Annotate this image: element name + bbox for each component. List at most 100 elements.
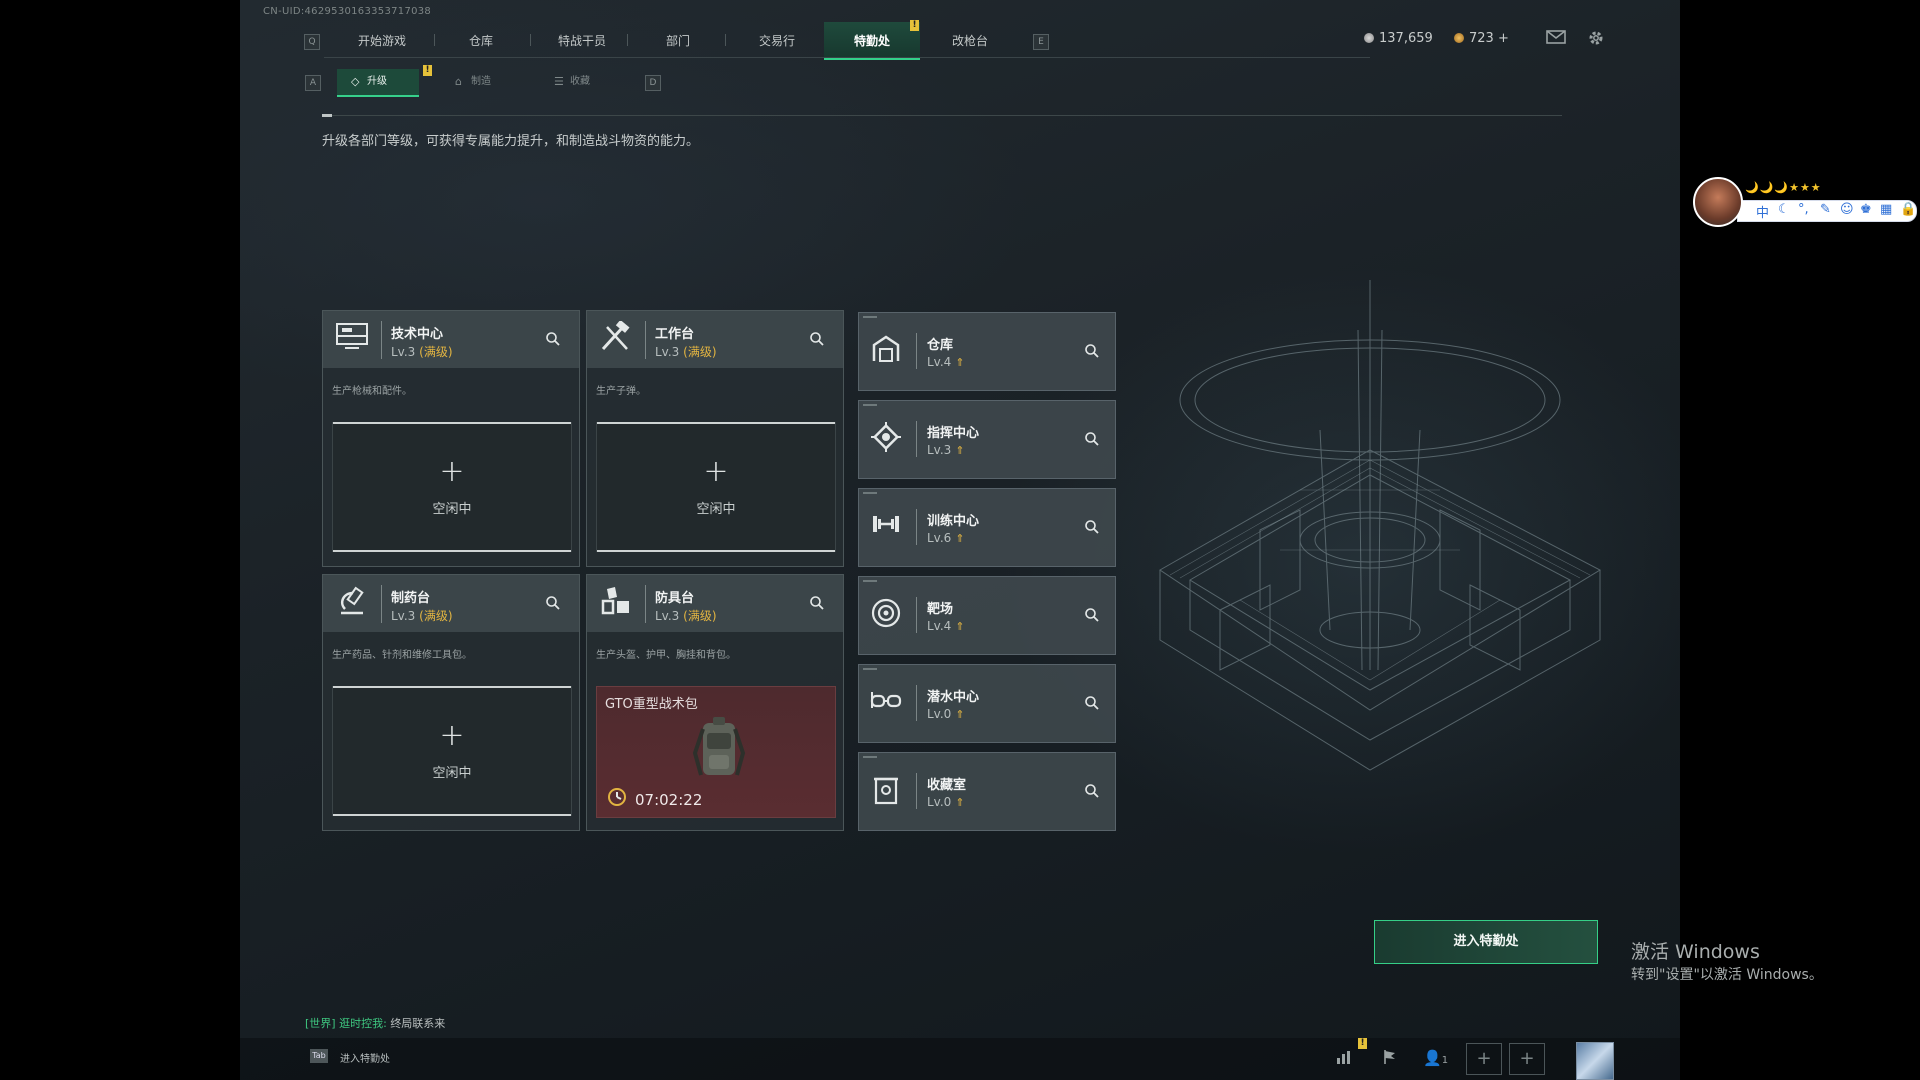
tab-warehouse[interactable]: 仓库 (438, 22, 524, 58)
upgrade-icon: ◇ (351, 75, 360, 88)
world-chat-line[interactable]: [世界] 逛时控我: 终局联系来 (305, 1015, 445, 1031)
currency-secondary-value: 723 + (1469, 31, 1509, 46)
wrench-icon[interactable]: ✎ (1820, 202, 1831, 217)
workbench-card-workbench[interactable]: 工作台 Lv.3 (满级) 生产子弹。 + 空闲中 (586, 310, 844, 567)
ime-toolbar[interactable]: 中 ☾ °, ✎ ☺ ♚ ▦ 🔒 🌙🌙🌙★★★ (1693, 177, 1917, 227)
add-slot-button[interactable]: + (1466, 1043, 1502, 1075)
chat-message: 终局联系来 (390, 1017, 446, 1030)
search-icon[interactable] (545, 331, 561, 347)
tab-trading[interactable]: 交易行 (730, 22, 824, 58)
command-center-icon (867, 421, 905, 459)
facility-tick (863, 756, 877, 758)
max-level-label: (满级) (419, 609, 453, 623)
section-rule-mark (322, 114, 332, 117)
upgrade-arrow-icon: ⇑ (955, 356, 965, 369)
ime-level-stars: 🌙🌙🌙★★★ (1745, 181, 1822, 194)
currency-secondary[interactable]: 723 + (1454, 31, 1509, 46)
enter-special-ops-button[interactable]: 进入特勤处 (1374, 920, 1598, 964)
facility-level: Lv.0 ⇑ (927, 707, 965, 721)
max-level-label: (满级) (419, 345, 453, 359)
armor-bench-icon (597, 585, 635, 623)
ime-bar: 中 ☾ °, ✎ ☺ ♚ ▦ 🔒 (1737, 200, 1917, 222)
card-divider (381, 585, 382, 623)
facility-tick (863, 668, 877, 670)
grid-icon[interactable]: ▦ (1880, 202, 1892, 217)
flag-icon[interactable] (1380, 1049, 1400, 1067)
premium-coin-icon (1454, 33, 1464, 43)
player-uid: CN-UID:4629530163353717038 (263, 6, 432, 17)
tab-operators[interactable]: 特战干员 (534, 22, 630, 58)
tab-alert-badge: ! (910, 20, 919, 31)
facility-divider (916, 333, 917, 369)
tab-gunsmith[interactable]: 改枪台 (922, 22, 1018, 58)
card-level: Lv.3 (满级) (655, 343, 717, 360)
facility-divider (916, 509, 917, 545)
search-icon[interactable] (545, 595, 561, 611)
pharmacy-icon (333, 585, 371, 623)
facility-divider (916, 685, 917, 721)
plus-icon: + (703, 454, 729, 489)
emoji-icon[interactable]: ☺ (1840, 202, 1854, 217)
tab-separator (725, 34, 726, 46)
mail-icon[interactable] (1546, 29, 1566, 47)
subtab-upgrade[interactable]: ◇ 升级 (337, 69, 419, 97)
player-avatar[interactable] (1576, 1042, 1614, 1080)
card-description: 生产药品、针剂和维修工具包。 (332, 650, 472, 661)
lock-icon[interactable]: 🔒 (1900, 202, 1916, 217)
stats-chart-icon[interactable] (1334, 1049, 1354, 1067)
tab-separator (530, 34, 531, 46)
workbench-card-armor[interactable]: 防具台 Lv.3 (满级) 生产头盔、护甲、胸挂和背包。 GTO重型战术包 07… (586, 574, 844, 831)
tab-departments[interactable]: 部门 (632, 22, 724, 58)
friends-count: 1 (1441, 1055, 1449, 1066)
ime-mode[interactable]: 中 (1756, 202, 1769, 221)
craft-icon: ⌂ (455, 75, 462, 88)
level-value: Lv.3 (655, 345, 680, 359)
friends-button[interactable]: 👤1 (1423, 1049, 1459, 1067)
tab-special-ops[interactable]: 特勤处 (824, 22, 920, 60)
ime-avatar[interactable] (1693, 177, 1743, 227)
slot-status: 空闲中 (432, 502, 472, 517)
facility-divider (916, 421, 917, 457)
card-level: Lv.3 (满级) (391, 607, 453, 624)
section-rule (322, 115, 1562, 116)
card-header: 工作台 Lv.3 (满级) (587, 311, 843, 368)
upgrade-arrow-icon: ⇑ (955, 532, 965, 545)
settings-gear-icon[interactable] (1586, 29, 1606, 47)
level-value: Lv.3 (391, 345, 416, 359)
production-slot[interactable]: + 空闲中 (332, 686, 572, 816)
production-slot[interactable]: + 空闲中 (332, 422, 572, 552)
card-divider (645, 585, 646, 623)
backpack-image (691, 713, 747, 787)
facility-divider (916, 773, 917, 809)
level-value: Lv.6 (927, 531, 952, 545)
level-value: Lv.3 (391, 609, 416, 623)
windows-activation-title: 激活 Windows (1631, 941, 1760, 963)
search-icon[interactable] (809, 595, 825, 611)
currency-primary[interactable]: 137,659 (1364, 31, 1433, 46)
card-title: 技术中心 (391, 327, 444, 342)
warehouse-icon (867, 333, 905, 371)
skin-icon[interactable]: ♚ (1860, 202, 1872, 217)
tab-start-game[interactable]: 开始游戏 (334, 22, 430, 58)
upgrade-arrow-icon: ⇑ (955, 708, 965, 721)
level-value: Lv.4 (927, 619, 952, 633)
subtab-collection[interactable]: ☰ 收藏 (540, 69, 622, 95)
card-divider (381, 321, 382, 359)
facility-name: 指挥中心 (927, 426, 980, 441)
slot-status: 空闲中 (696, 502, 736, 517)
slot-status: 空闲中 (432, 766, 472, 781)
workbench-card-tech-center[interactable]: 技术中心 Lv.3 (满级) 生产枪械和配件。 + 空闲中 (322, 310, 580, 567)
punctuation-icon[interactable]: °, (1798, 202, 1809, 217)
search-icon[interactable] (809, 331, 825, 347)
card-title: 制药台 (391, 591, 431, 606)
add-slot-button[interactable]: + (1509, 1043, 1545, 1075)
tab-key-hint: Tab (310, 1049, 328, 1063)
tab-key-label[interactable]: 进入特勤处 (340, 1050, 390, 1065)
windows-activation-hint: 转到"设置"以激活 Windows。 (1631, 967, 1823, 983)
crafting-slot[interactable]: GTO重型战术包 07:02:22 (596, 686, 836, 818)
subtab-craft[interactable]: ⌂ 制造 (441, 69, 523, 95)
production-slot[interactable]: + 空闲中 (596, 422, 836, 552)
moon-icon[interactable]: ☾ (1778, 202, 1790, 217)
workbench-card-pharmacy[interactable]: 制药台 Lv.3 (满级) 生产药品、针剂和维修工具包。 + 空闲中 (322, 574, 580, 831)
facility-level: Lv.6 ⇑ (927, 531, 965, 545)
